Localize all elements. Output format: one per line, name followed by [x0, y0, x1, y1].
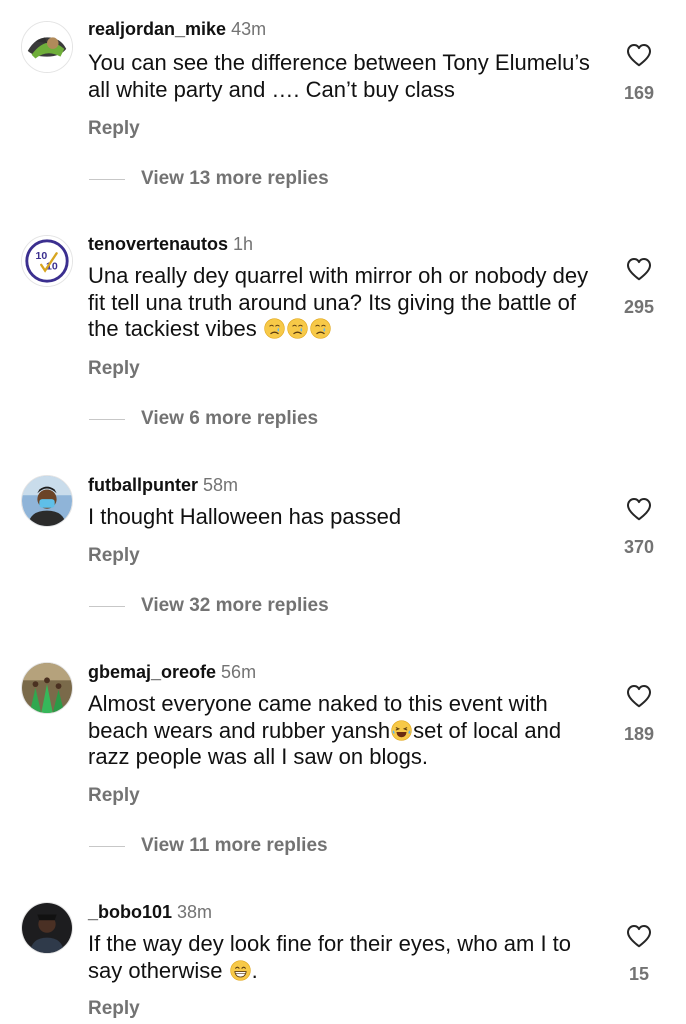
heart-outline-icon[interactable]: [626, 497, 652, 521]
comment-username[interactable]: tenovertenautos: [88, 234, 228, 254]
heart-outline-icon[interactable]: [626, 257, 652, 281]
reply-button[interactable]: Reply: [88, 998, 140, 1020]
comment-text-end: .: [251, 957, 258, 983]
comment-text-body: If the way dey look fine for their eyes,…: [88, 931, 572, 983]
heart-outline-icon[interactable]: [626, 43, 652, 67]
like-count: 169: [623, 83, 655, 103]
view-replies-label: View 13 more replies: [141, 168, 329, 189]
avatar[interactable]: [21, 475, 73, 527]
comment-text: I thought Halloween has passed: [88, 504, 402, 529]
like-group: 189: [612, 684, 666, 744]
avatar[interactable]: [21, 902, 73, 954]
crying-face-emoji: [287, 318, 308, 339]
replies-divider: [89, 179, 125, 180]
avatar[interactable]: 10 10: [21, 235, 73, 287]
avatar[interactable]: [21, 21, 73, 73]
like-group: 15: [612, 924, 666, 984]
replies-divider: [89, 419, 125, 420]
tears-of-joy-emoji: [391, 720, 412, 741]
reply-button[interactable]: Reply: [88, 358, 140, 380]
reply-button[interactable]: Reply: [88, 118, 140, 140]
view-replies-label: View 6 more replies: [141, 408, 319, 429]
comment-time: 43m: [231, 19, 267, 39]
like-count: 370: [623, 537, 655, 557]
comment-text: Almost everyone came naked to this event…: [88, 691, 603, 771]
comment-time: 58m: [203, 475, 239, 495]
comment-username[interactable]: realjordan_mike: [88, 19, 226, 39]
comment-username[interactable]: _bobo101: [88, 902, 172, 922]
comment-text: If the way dey look fine for their eyes,…: [88, 931, 603, 984]
view-replies-label: View 11 more replies: [141, 835, 328, 856]
grinning-face-emoji: [230, 960, 251, 981]
comment-username[interactable]: futballpunter: [88, 475, 198, 495]
like-group: 370: [612, 497, 666, 557]
heart-outline-icon[interactable]: [626, 924, 652, 948]
comment-time: 56m: [221, 662, 257, 682]
comment-text: You can see the difference between Tony …: [88, 50, 590, 102]
heart-outline-icon[interactable]: [626, 684, 652, 708]
like-count: 15: [628, 964, 650, 984]
like-count: 189: [623, 724, 655, 744]
like-count: 295: [623, 297, 655, 317]
view-replies-label: View 32 more replies: [141, 595, 329, 616]
reply-button[interactable]: Reply: [88, 545, 140, 567]
avatar[interactable]: [21, 662, 73, 714]
like-group: 169: [612, 43, 666, 103]
comment-username[interactable]: gbemaj_oreofe: [88, 662, 216, 682]
crying-face-emoji: [310, 318, 331, 339]
replies-divider: [89, 846, 125, 847]
crying-face-emoji: [264, 318, 285, 339]
comment-text-body: Una really dey quarrel with mirror oh or…: [88, 263, 589, 341]
comment-text: Una really dey quarrel with mirror oh or…: [88, 263, 603, 343]
reply-button[interactable]: Reply: [88, 785, 140, 807]
comment-time: 38m: [177, 902, 213, 922]
like-group: 295: [612, 257, 666, 317]
comment-time: 1h: [233, 234, 254, 254]
replies-divider: [89, 606, 125, 607]
